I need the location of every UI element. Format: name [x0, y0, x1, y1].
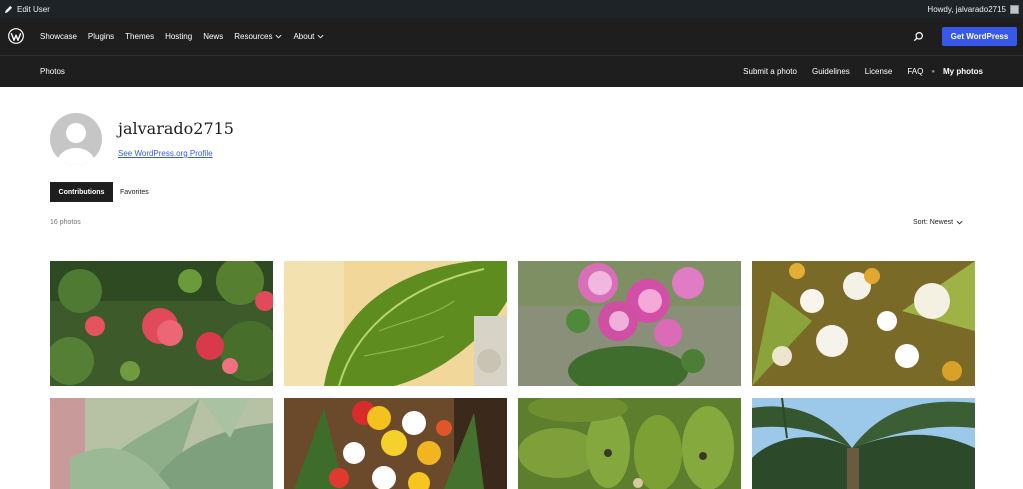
- photo-red-ixora-flowers[interactable]: [50, 261, 273, 386]
- nav-showcase[interactable]: Showcase: [40, 32, 77, 41]
- edit-user-label: Edit User: [17, 4, 50, 14]
- nav-plugins[interactable]: Plugins: [88, 32, 114, 41]
- photo-count: 16 photos: [50, 219, 81, 226]
- nav-label: Hosting: [165, 32, 193, 41]
- photo-white-flower-bouquet[interactable]: [752, 261, 975, 386]
- nav-themes[interactable]: Themes: [125, 32, 154, 41]
- photo-palm-tree[interactable]: [752, 398, 975, 489]
- photo-red-flowers-image: [50, 261, 273, 386]
- admin-bar: Edit User Howdy, jalvarado2715: [0, 0, 1023, 18]
- local-nav-menu: Submit a photo Guidelines License FAQ ● …: [728, 67, 983, 76]
- default-avatar-icon: [57, 123, 95, 165]
- wporg-profile-link[interactable]: See WordPress.org Profile: [118, 149, 213, 158]
- photo-kalanchoe-image: [50, 398, 273, 489]
- nav-news[interactable]: News: [203, 32, 223, 41]
- nav-label: About: [293, 32, 315, 41]
- nav-label: Themes: [125, 32, 155, 41]
- search-icon[interactable]: [913, 31, 924, 42]
- howdy-account[interactable]: Howdy, jalvarado2715: [927, 4, 1019, 14]
- profile-avatar: [50, 113, 102, 165]
- chevron-down-icon: [317, 34, 324, 39]
- my-photos-link[interactable]: My photos: [943, 67, 983, 76]
- profile-username: jalvarado2715: [118, 119, 234, 138]
- howdy-label: Howdy, jalvarado2715: [927, 4, 1006, 14]
- separator-dot: ●: [931, 68, 935, 75]
- photo-green-leaf[interactable]: [284, 261, 507, 386]
- tab-favorites[interactable]: Favorites: [120, 182, 149, 202]
- nav-label: Resources: [234, 32, 273, 41]
- nav-resources[interactable]: Resources: [234, 32, 282, 41]
- sort-label: Sort: Newest: [913, 219, 954, 226]
- nav-about[interactable]: About: [293, 32, 324, 41]
- chevron-down-icon: [956, 220, 963, 225]
- nav-label: News: [203, 32, 224, 41]
- tab-contributions[interactable]: Contributions: [50, 182, 113, 202]
- global-header: Showcase Plugins Themes Hosting News Res…: [0, 18, 1023, 55]
- local-nav: Photos Submit a photo Guidelines License…: [0, 55, 1023, 87]
- nav-label: Plugins: [87, 32, 115, 41]
- local-nav-title[interactable]: Photos: [40, 67, 65, 76]
- get-wordpress-button[interactable]: Get WordPress: [942, 27, 1017, 46]
- photo-bananas-image: [518, 398, 741, 489]
- photo-green-bananas[interactable]: [518, 398, 741, 489]
- submit-photo-link[interactable]: Submit a photo: [743, 67, 797, 76]
- pencil-icon: [4, 5, 13, 13]
- photo-bouquet-image: [752, 261, 975, 386]
- photo-gerbera-bouquet[interactable]: [284, 398, 507, 489]
- guidelines-link[interactable]: Guidelines: [812, 67, 850, 76]
- faq-link[interactable]: FAQ: [907, 67, 923, 76]
- photo-gerbera-image: [284, 398, 507, 489]
- nav-hosting[interactable]: Hosting: [165, 32, 192, 41]
- account-avatar: [1010, 4, 1019, 14]
- photo-kalanchoe-leaves[interactable]: [50, 398, 273, 489]
- global-nav: Showcase Plugins Themes Hosting News Res…: [40, 18, 335, 55]
- chevron-down-icon: [276, 34, 282, 39]
- sort-dropdown[interactable]: Sort: Newest: [913, 219, 963, 226]
- license-link[interactable]: License: [865, 67, 893, 76]
- nav-label: Showcase: [40, 32, 77, 41]
- photo-pink-succulent-flowers[interactable]: [518, 261, 741, 386]
- photo-palm-image: [752, 398, 975, 489]
- photo-leaf-image: [284, 261, 507, 386]
- wordpress-logo-icon[interactable]: [8, 28, 24, 44]
- photo-pink-flowers-image: [518, 261, 741, 386]
- edit-user-link[interactable]: Edit User: [4, 5, 50, 14]
